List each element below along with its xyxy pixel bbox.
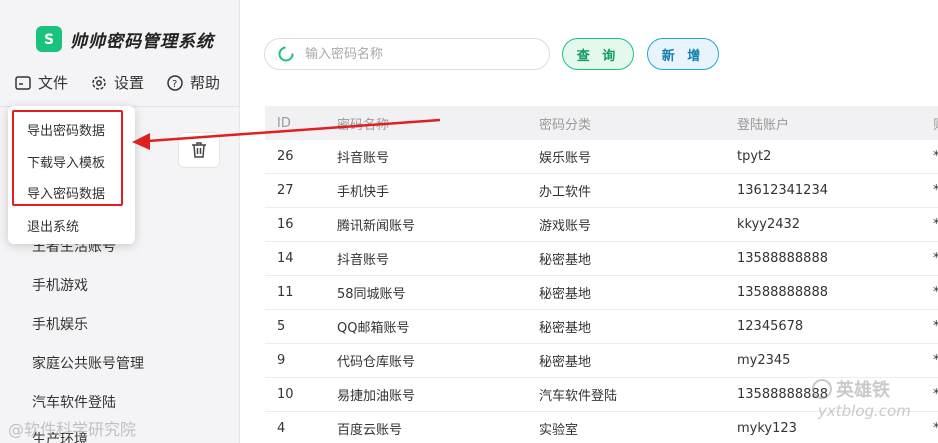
cell-extra: * (933, 149, 938, 164)
table-row[interactable]: 14 抖音账号 秘密基地 13588888888 * (265, 242, 938, 276)
cell-category: 游戏账号 (539, 219, 592, 234)
table-row[interactable]: 11 58同城账号 秘密基地 13588888888 * (265, 276, 938, 310)
cell-extra: * (933, 353, 938, 368)
cell-category: 秘密基地 (539, 355, 592, 370)
header-id[interactable]: ID (265, 116, 337, 131)
cell-name: 百度云账号 (337, 423, 403, 438)
cell-account: myky123 (737, 421, 797, 436)
category-item[interactable]: 汽车软件登陆 (32, 392, 116, 412)
cell-account: 13612341234 (737, 183, 828, 198)
cell-name: 代码仓库账号 (337, 355, 416, 370)
cell-id: 11 (277, 285, 294, 300)
cell-account: my2345 (737, 353, 791, 368)
cell-name: 58同城账号 (337, 287, 406, 302)
cell-account: 12345678 (737, 319, 804, 334)
cell-name: 手机快手 (337, 185, 390, 200)
cell-extra: * (933, 421, 938, 436)
cell-extra: * (933, 387, 938, 402)
cell-category: 实验室 (539, 423, 579, 438)
cell-id: 27 (277, 183, 294, 198)
watermark-right-title: 英雄铁 (836, 380, 890, 401)
search-icon (278, 46, 294, 62)
category-item[interactable]: 家庭公共账号管理 (32, 353, 144, 373)
cell-extra: * (933, 217, 938, 232)
cell-account: tpyt2 (737, 149, 772, 164)
cell-id: 26 (277, 149, 294, 164)
watermark-logo-icon (812, 379, 832, 399)
menu-settings-label: 设置 (114, 74, 145, 92)
help-icon: ? (167, 74, 183, 91)
search-input[interactable] (305, 46, 525, 62)
menubar: 文件 设置 ? 帮助 (14, 72, 220, 93)
watermark-right: 英雄铁 yxtblog.com (812, 376, 911, 420)
gear-icon (92, 75, 106, 90)
watermark-left: @软件科学研究院 (8, 420, 137, 439)
delete-category-button[interactable] (178, 132, 220, 168)
header-account[interactable]: 登陆账户 (737, 114, 933, 133)
cell-category: 秘密基地 (539, 287, 592, 302)
cell-category: 秘密基地 (539, 321, 592, 336)
table-row[interactable]: 26 抖音账号 娱乐账号 tpyt2 * (265, 140, 938, 174)
header-name[interactable]: 密码名称 (337, 114, 539, 133)
cell-name: 抖音账号 (337, 253, 390, 268)
cell-id: 14 (277, 251, 294, 266)
table-row[interactable]: 9 代码仓库账号 秘密基地 my2345 * (265, 344, 938, 378)
cell-name: 易捷加油账号 (337, 389, 416, 404)
header-extra: 则 (933, 114, 938, 133)
table-row[interactable]: 5 QQ邮箱账号 秘密基地 12345678 * (265, 310, 938, 344)
watermark-right-site: yxtblog.com (818, 402, 911, 420)
cell-category: 办工软件 (539, 185, 592, 200)
cell-name: 腾讯新闻账号 (337, 219, 416, 234)
cell-extra: * (933, 251, 938, 266)
trash-icon (192, 142, 206, 158)
category-item[interactable]: 手机游戏 (32, 275, 88, 295)
cell-id: 5 (277, 319, 286, 334)
table-row[interactable]: 16 腾讯新闻账号 游戏账号 kkyy2432 * (265, 208, 938, 242)
cell-id: 4 (277, 421, 286, 436)
cell-name: QQ邮箱账号 (337, 321, 410, 336)
menu-help-label: 帮助 (190, 74, 221, 92)
app-logo-icon: S (36, 26, 62, 52)
menu-settings[interactable]: 设置 (90, 72, 144, 93)
cell-extra: * (933, 319, 938, 334)
menu-exit-system[interactable]: 退出系统 (27, 216, 79, 235)
cell-id: 9 (277, 353, 286, 368)
highlight-box (12, 110, 123, 206)
menu-file-label: 文件 (38, 74, 69, 92)
add-button[interactable]: 新 增 (647, 38, 719, 70)
table-row[interactable]: 27 手机快手 办工软件 13612341234 * (265, 174, 938, 208)
file-icon (15, 75, 31, 90)
svg-text:S: S (44, 32, 54, 48)
table-header: ID 密码名称 密码分类 登陆账户 则 (265, 106, 938, 140)
cell-category: 汽车软件登陆 (539, 389, 618, 404)
category-item[interactable]: 手机娱乐 (32, 314, 88, 334)
cell-category: 秘密基地 (539, 253, 592, 268)
menu-file[interactable]: 文件 (14, 72, 68, 93)
search-box[interactable] (264, 38, 550, 70)
cell-account: 13588888888 (737, 285, 828, 300)
cell-account: kkyy2432 (737, 217, 801, 232)
cell-id: 16 (277, 217, 294, 232)
cell-extra: * (933, 183, 938, 198)
header-category[interactable]: 密码分类 (539, 114, 737, 133)
svg-text:?: ? (172, 79, 177, 90)
cell-name: 抖音账号 (337, 151, 390, 166)
app-header: S 帅帅密码管理系统 (36, 26, 214, 52)
cell-category: 娱乐账号 (539, 151, 592, 166)
query-button[interactable]: 查 询 (562, 38, 634, 70)
cell-extra: * (933, 285, 938, 300)
cell-id: 10 (277, 387, 294, 402)
menu-help[interactable]: ? 帮助 (166, 72, 220, 93)
cell-account: 13588888888 (737, 251, 828, 266)
app-title: 帅帅密码管理系统 (70, 31, 214, 52)
